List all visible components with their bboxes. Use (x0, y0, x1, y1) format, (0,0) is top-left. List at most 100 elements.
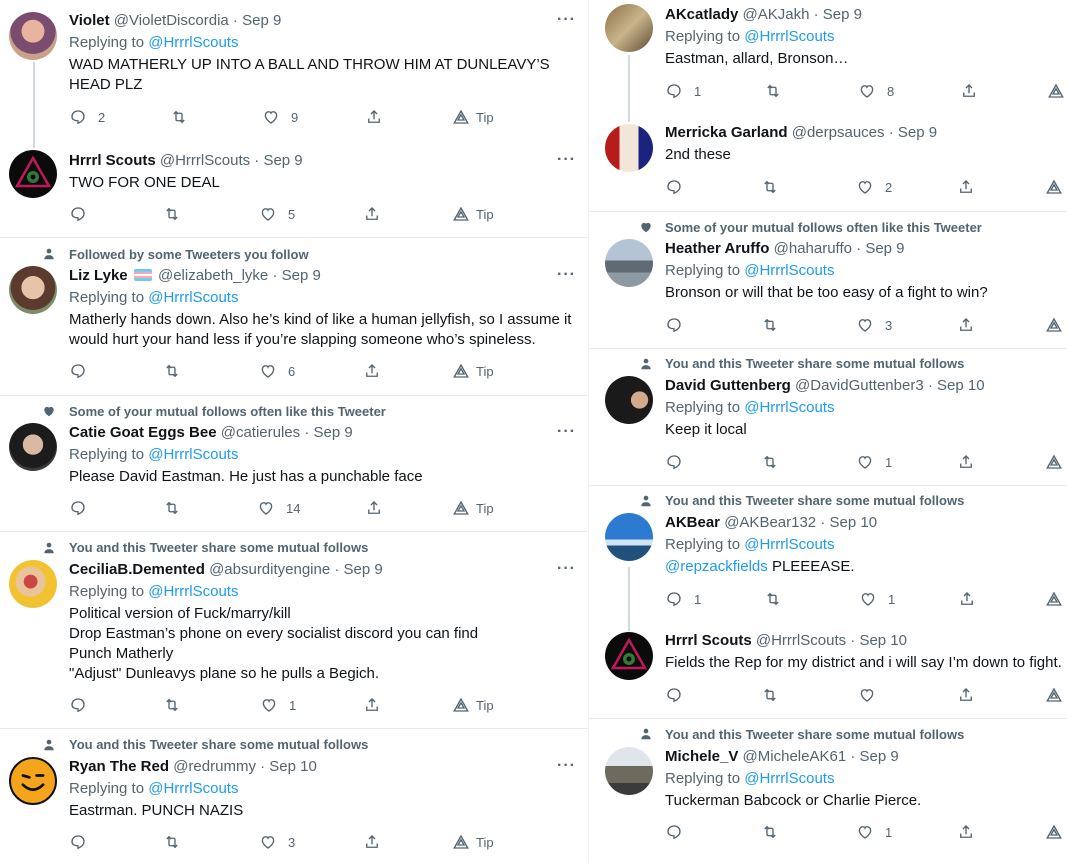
more-options-icon[interactable]: ··· (557, 11, 576, 29)
author-name[interactable]: CeciliaB.Demented (69, 561, 205, 578)
reply-button[interactable] (665, 316, 683, 334)
share-button[interactable] (363, 696, 381, 714)
tweet-violet[interactable]: Violet @VioletDiscordia · Sep 9 ··· Repl… (0, 0, 588, 140)
tweet-date[interactable]: Sep 10 (937, 377, 985, 394)
retweet-button[interactable] (163, 696, 181, 714)
author-handle[interactable]: @derpsauces (792, 124, 885, 141)
tweet-date[interactable]: Sep 9 (282, 267, 321, 284)
reply-button[interactable] (69, 696, 87, 714)
tweet-date[interactable]: Sep 9 (314, 424, 353, 441)
retweet-button[interactable] (764, 590, 782, 608)
tip-button[interactable]: Tip (452, 833, 494, 851)
tweet-akcatlady[interactable]: AKcatlady @AKJakh · Sep 9 Replying to @H… (589, 0, 1067, 118)
author-name[interactable]: AKBear (665, 514, 720, 531)
tweet-heather-aruffo[interactable]: Some of your mutual follows often like t… (589, 212, 1067, 348)
tip-button[interactable]: Tip (452, 362, 494, 380)
reply-button[interactable] (69, 499, 87, 517)
tip-button[interactable]: Tip (452, 108, 494, 126)
like-button[interactable]: 1 (260, 696, 296, 714)
like-button[interactable]: 3 (259, 833, 295, 851)
author-handle[interactable]: @redrummy (173, 758, 256, 775)
tweet-cecilia[interactable]: You and this Tweeter share some mutual f… (0, 532, 588, 728)
avatar[interactable] (605, 632, 653, 680)
author-handle[interactable]: @HrrrlScouts (756, 632, 846, 649)
replying-to-link[interactable]: @HrrrlScouts (744, 770, 834, 787)
share-button[interactable] (363, 205, 381, 223)
avatar[interactable] (605, 124, 653, 172)
retweet-button[interactable] (163, 833, 181, 851)
reply-button[interactable] (665, 823, 683, 841)
tip-button[interactable] (1045, 590, 1063, 608)
replying-to-link[interactable]: @HrrrlScouts (148, 289, 238, 306)
reply-button[interactable]: 1 (665, 82, 701, 100)
author-handle[interactable]: @HrrrlScouts (160, 152, 250, 169)
tweet-date[interactable]: Sep 9 (860, 748, 899, 765)
share-button[interactable] (957, 178, 975, 196)
tweet-hrrrl-scouts[interactable]: Hrrrl Scouts @HrrrlScouts · Sep 9 ··· TW… (0, 140, 588, 237)
reply-button[interactable] (69, 833, 87, 851)
avatar[interactable] (605, 513, 653, 561)
reply-button[interactable] (69, 205, 87, 223)
reply-button[interactable] (665, 453, 683, 471)
more-options-icon[interactable]: ··· (557, 757, 576, 775)
retweet-button[interactable] (163, 362, 181, 380)
retweet-button[interactable] (761, 686, 779, 704)
like-button[interactable]: 1 (859, 590, 895, 608)
like-button[interactable]: 14 (257, 499, 300, 517)
tweet-date[interactable]: Sep 9 (263, 152, 302, 169)
share-button[interactable] (960, 82, 978, 100)
reply-button[interactable] (69, 362, 87, 380)
tweet-merricka-garland[interactable]: Merricka Garland @derpsauces · Sep 9 2nd… (589, 118, 1067, 211)
tweet-date[interactable]: Sep 10 (859, 632, 907, 649)
tip-button[interactable]: Tip (452, 499, 494, 517)
author-name[interactable]: Michele_V (665, 748, 738, 765)
retweet-button[interactable] (761, 316, 779, 334)
replying-to-link[interactable]: @HrrrlScouts (744, 28, 834, 45)
like-button[interactable]: 1 (856, 453, 892, 471)
tweet-date[interactable]: Sep 9 (344, 561, 383, 578)
replying-to-link[interactable]: @HrrrlScouts (148, 446, 238, 463)
like-button[interactable] (858, 686, 876, 704)
tweet-date[interactable]: Sep 9 (898, 124, 937, 141)
more-options-icon[interactable]: ··· (557, 266, 576, 284)
like-button[interactable]: 1 (856, 823, 892, 841)
author-handle[interactable]: @DavidGuttenber3 (795, 377, 924, 394)
tip-button[interactable] (1045, 686, 1063, 704)
like-button[interactable]: 2 (856, 178, 892, 196)
avatar[interactable] (9, 757, 57, 805)
tip-button[interactable]: Tip (452, 205, 494, 223)
author-handle[interactable]: @catierules (221, 424, 300, 441)
tip-button[interactable] (1045, 823, 1063, 841)
tweet-michele-v[interactable]: You and this Tweeter share some mutual f… (589, 719, 1067, 863)
retweet-button[interactable] (761, 178, 779, 196)
author-handle[interactable]: @elizabeth_lyke (158, 267, 268, 284)
like-button[interactable]: 9 (262, 108, 298, 126)
tweet-date[interactable]: Sep 9 (865, 240, 904, 257)
tweet-date[interactable]: Sep 10 (269, 758, 317, 775)
like-button[interactable]: 8 (858, 82, 894, 100)
like-button[interactable]: 6 (259, 362, 295, 380)
avatar[interactable] (605, 4, 653, 52)
tweet-akbear[interactable]: You and this Tweeter share some mutual f… (589, 486, 1067, 617)
author-name[interactable]: Ryan The Red (69, 758, 169, 775)
tweet-liz-lyke[interactable]: Followed by some Tweeters you follow Liz… (0, 238, 588, 395)
share-button[interactable] (365, 108, 383, 126)
avatar[interactable] (605, 747, 653, 795)
replying-to-link[interactable]: @HrrrlScouts (744, 399, 834, 416)
reply-button[interactable]: 1 (665, 590, 701, 608)
author-name[interactable]: Merricka Garland (665, 124, 788, 141)
share-button[interactable] (958, 590, 976, 608)
avatar[interactable] (9, 266, 57, 314)
author-handle[interactable]: @absurdityengine (209, 561, 330, 578)
replying-to-link[interactable]: @HrrrlScouts (744, 262, 834, 279)
author-handle[interactable]: @VioletDiscordia (114, 12, 229, 29)
author-name[interactable]: David Guttenberg (665, 377, 791, 394)
retweet-button[interactable] (761, 453, 779, 471)
tweet-david-guttenberg[interactable]: You and this Tweeter share some mutual f… (589, 349, 1067, 485)
share-button[interactable] (363, 362, 381, 380)
avatar[interactable] (9, 150, 57, 198)
retweet-button[interactable] (170, 108, 188, 126)
more-options-icon[interactable]: ··· (557, 560, 576, 578)
avatar[interactable] (605, 239, 653, 287)
author-handle[interactable]: @MicheleAK61 (743, 748, 847, 765)
